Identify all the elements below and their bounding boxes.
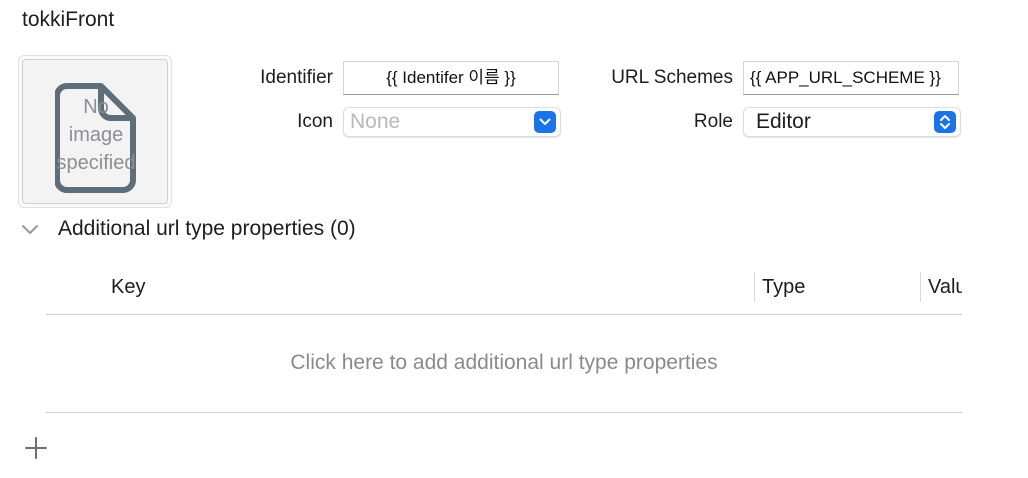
- identifier-field[interactable]: {{ Identifer 이름 }}: [343, 61, 559, 95]
- url-schemes-field[interactable]: {{ APP_URL_SCHEME }}: [743, 61, 959, 95]
- image-well-frame: No image specified: [22, 59, 168, 204]
- chevron-down-icon[interactable]: [21, 223, 39, 237]
- column-header-value[interactable]: Value: [928, 276, 962, 299]
- table-header-divider: [46, 314, 962, 315]
- column-separator[interactable]: [754, 272, 755, 302]
- url-type-title: tokkiFront: [22, 8, 115, 31]
- role-popup[interactable]: Editor: [743, 107, 961, 137]
- section-title: Additional url type properties (0): [58, 217, 356, 240]
- icon-popup-value: None: [350, 110, 401, 133]
- column-header-key[interactable]: Key: [111, 276, 145, 299]
- icon-label: Icon: [297, 111, 333, 132]
- plus-icon[interactable]: [24, 436, 48, 460]
- up-down-chevron-icon: [934, 111, 956, 133]
- role-label: Role: [693, 111, 733, 132]
- url-schemes-label: URL Schemes: [611, 67, 733, 88]
- add-properties-placeholder[interactable]: Click here to add additional url type pr…: [46, 351, 962, 375]
- no-image-placeholder: No image specified: [56, 96, 136, 174]
- column-header-type[interactable]: Type: [762, 276, 805, 299]
- icon-popup[interactable]: None: [343, 107, 561, 137]
- role-popup-value: Editor: [756, 110, 811, 133]
- column-separator[interactable]: [920, 272, 921, 302]
- chevron-down-icon: [534, 111, 556, 133]
- identifier-label: Identifier: [260, 67, 333, 88]
- table-bottom-divider: [46, 412, 962, 413]
- image-well[interactable]: No image specified: [18, 55, 172, 208]
